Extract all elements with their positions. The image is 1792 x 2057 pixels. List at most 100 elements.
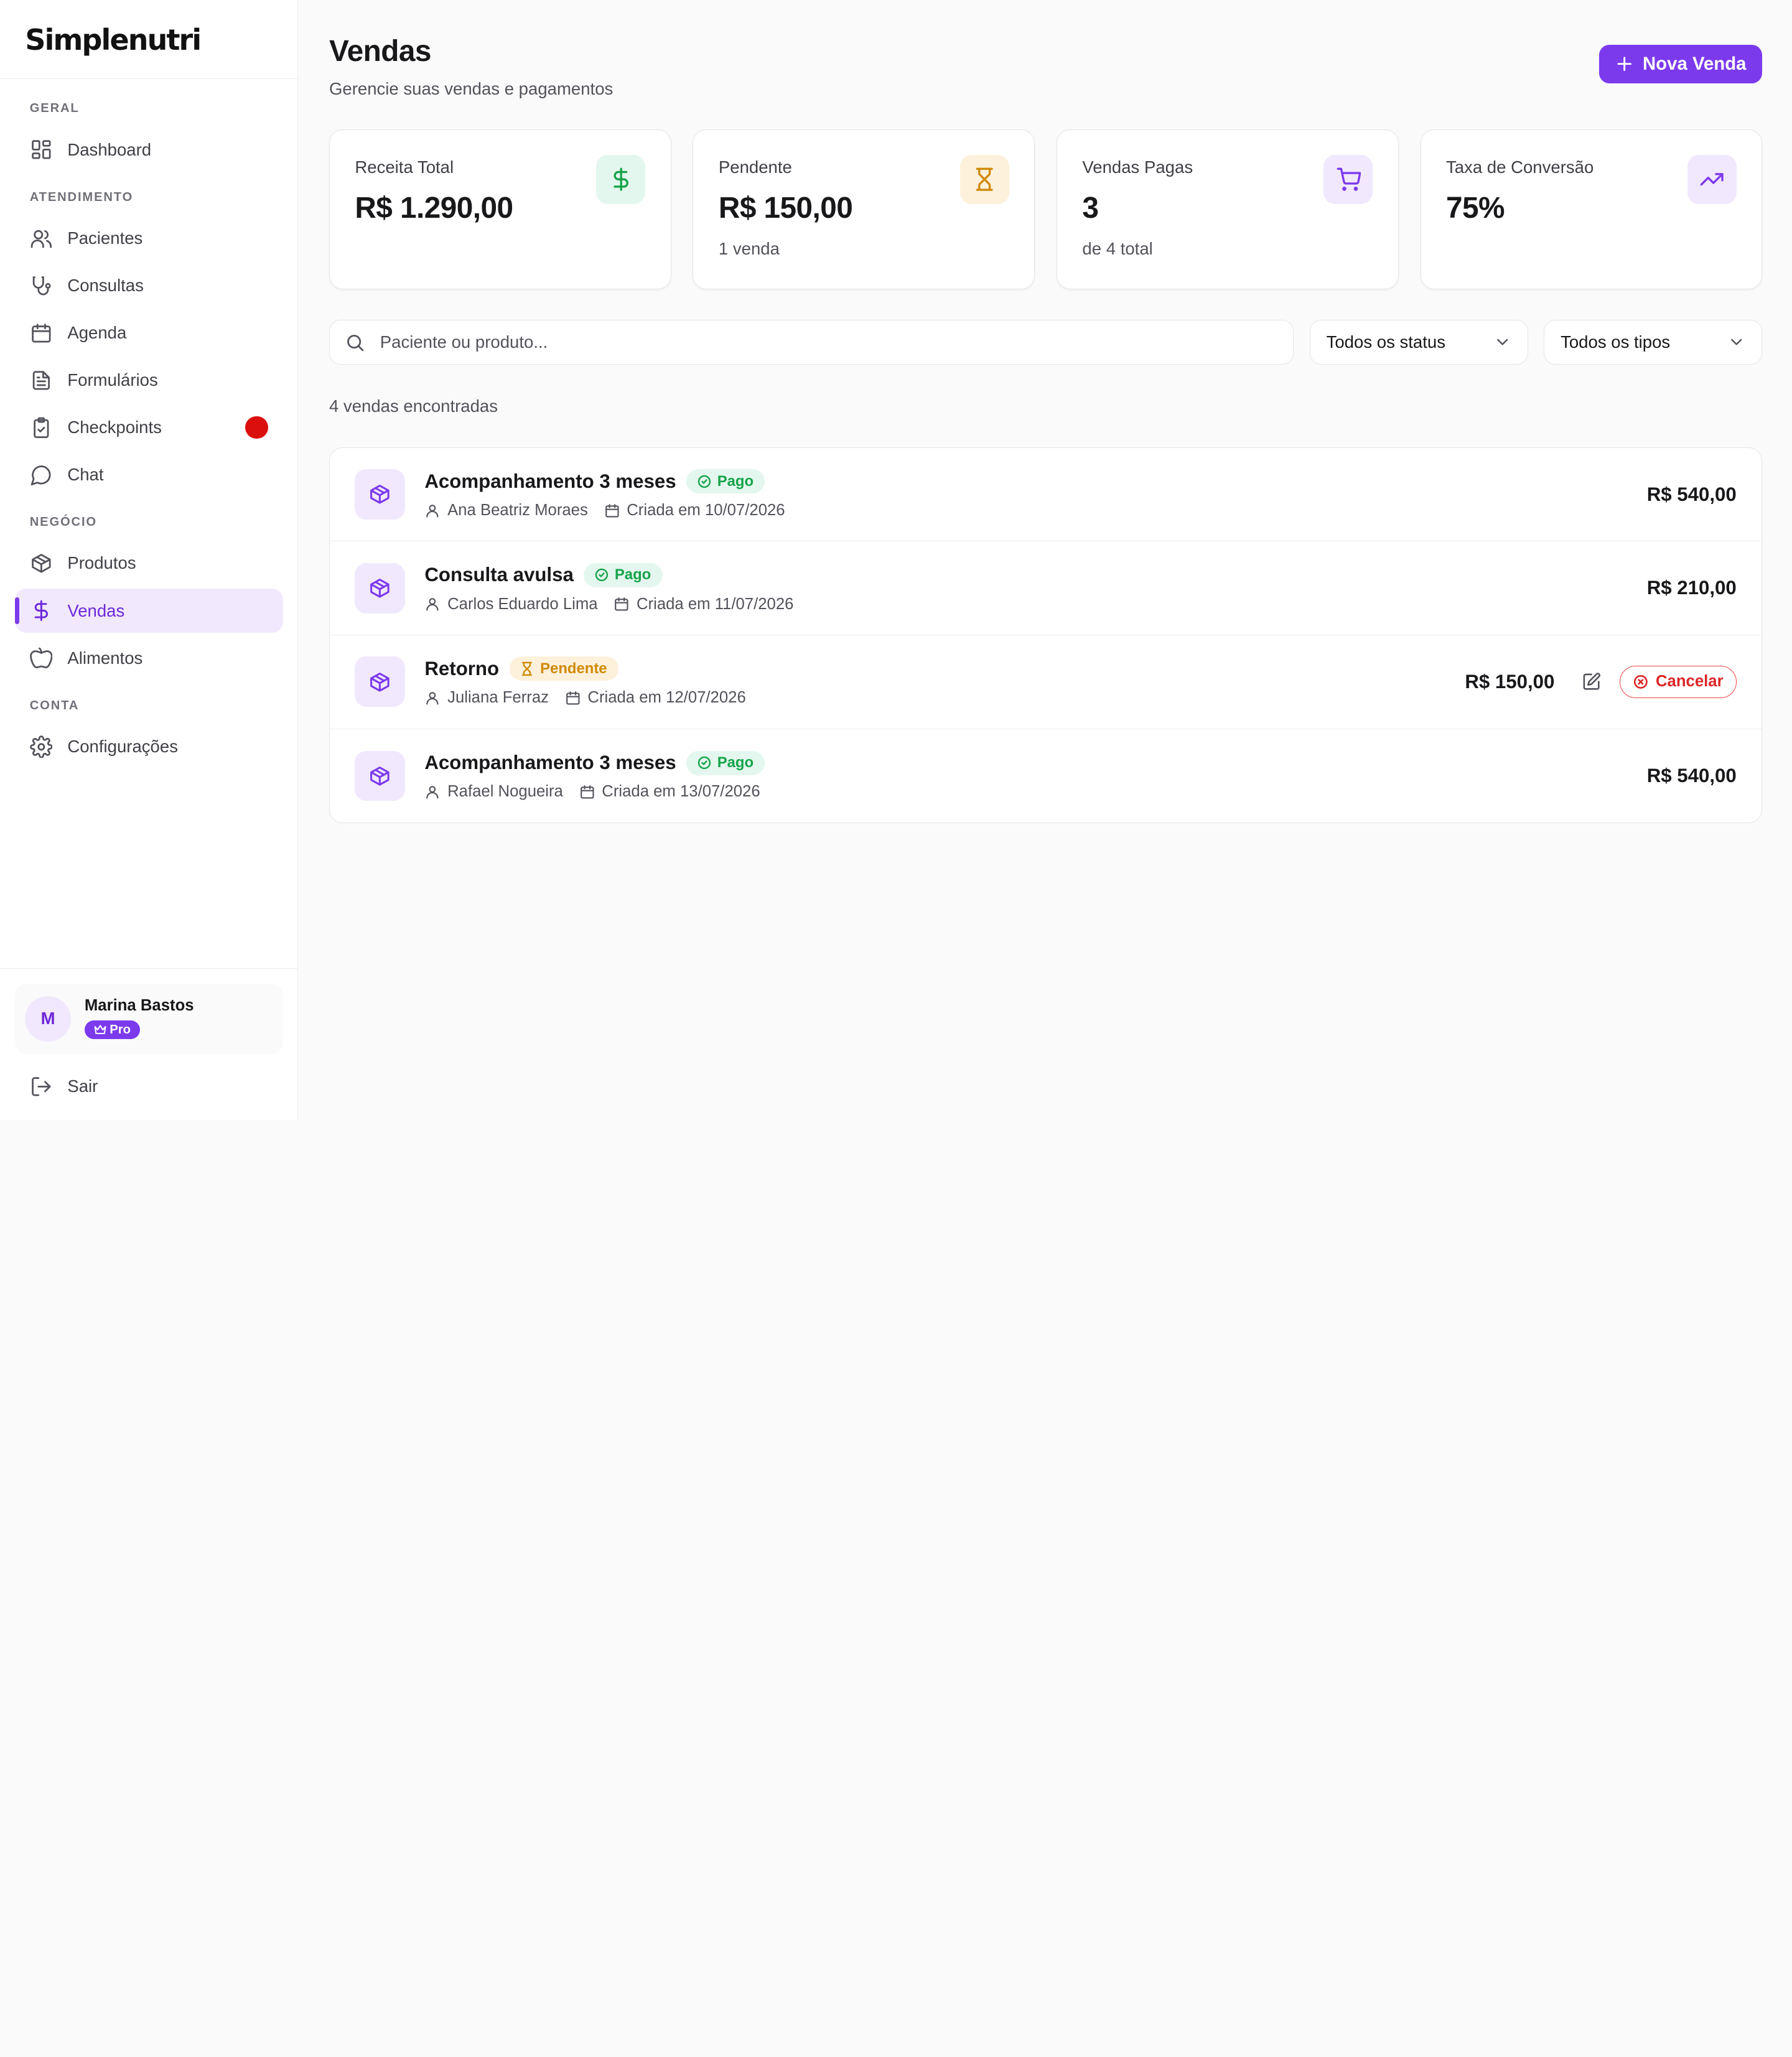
cancel-button[interactable]: Cancelar [1620, 666, 1737, 698]
edit-icon [1583, 673, 1600, 690]
sidebar-item-label: Alimentos [67, 648, 143, 668]
logo-area: Simplenutri [0, 0, 298, 79]
sidebar-item-agenda[interactable]: Agenda [15, 310, 283, 355]
new-sale-label: Nova Venda [1642, 53, 1747, 74]
stat-sub: 1 venda [718, 238, 780, 258]
sidebar-item-label: Agenda [67, 323, 127, 343]
stat-sub: de 4 total [1082, 238, 1153, 258]
dollar-icon [596, 154, 646, 204]
sales-list: Acompanhamento 3 meses Pago Ana Beatriz … [329, 447, 1763, 824]
sidebar-item-label: Pacientes [67, 228, 143, 248]
status-label: Pago [614, 566, 651, 584]
sale-row[interactable]: Acompanhamento 3 meses Pago Ana Beatriz … [329, 448, 1762, 542]
plan-label: Pro [110, 1022, 131, 1037]
hourglass-icon [521, 661, 533, 676]
chevron-down-icon [1731, 339, 1742, 345]
package-icon [355, 656, 406, 707]
sidebar-item-label: Consultas [67, 276, 144, 295]
sidebar-item-vendas[interactable]: Vendas [14, 588, 283, 633]
cart-icon [1323, 154, 1373, 204]
created-date: Criada em 12/07/2026 [587, 689, 746, 707]
sidebar-item-chat[interactable]: Chat [15, 452, 283, 497]
created-date: Criada em 13/07/2026 [602, 783, 760, 801]
plus-icon [1617, 57, 1631, 72]
type-select-value: Todos os tipos [1561, 332, 1671, 352]
calendar-icon [580, 785, 594, 799]
sale-title: Retorno [424, 657, 500, 679]
gear-icon [29, 734, 54, 759]
user-name: Marina Bastos [84, 996, 194, 1014]
sidebar-item-label: Chat [67, 465, 104, 485]
check-circle-icon [698, 756, 711, 770]
status-badge: Pago [686, 469, 765, 494]
stethoscope-icon [29, 273, 54, 298]
edit-button[interactable] [1577, 668, 1605, 696]
sidebar-item-alimentos[interactable]: Alimentos [15, 636, 283, 681]
section-negocio: NEGÓCIO [29, 515, 97, 529]
logout-button[interactable]: Sair [15, 1061, 283, 1111]
sale-row[interactable]: Acompanhamento 3 meses Pago Rafael Nogue… [330, 729, 1762, 823]
sale-row[interactable]: Retorno Pendente Juliana Ferraz Criada e… [329, 635, 1762, 729]
notification-badge: 4 [245, 416, 268, 439]
sidebar-item-configuracoes[interactable]: Configurações [15, 724, 283, 769]
apple-icon [29, 645, 54, 670]
stat-card-vendas-pagas: Vendas Pagas 3 de 4 total [1057, 129, 1399, 289]
calendar-icon [605, 503, 619, 518]
brand-logo[interactable]: Simplenutri [25, 23, 273, 57]
type-select[interactable]: Todos os tipos [1544, 320, 1763, 365]
page-header: Vendas Gerencie suas vendas e pagamentos… [329, 34, 1763, 129]
check-circle-icon [698, 475, 711, 488]
status-badge: Pago [584, 562, 663, 587]
chat-bubble-icon [29, 462, 54, 487]
sale-title: Acompanhamento 3 meses [424, 752, 676, 774]
chevron-down-icon [1496, 339, 1508, 345]
new-sale-button[interactable]: Nova Venda [1599, 44, 1763, 84]
main-content: Vendas Gerencie suas vendas e pagamentos… [298, 0, 1792, 1120]
sale-amount: R$ 210,00 [1646, 577, 1737, 599]
sale-amount: R$ 540,00 [1646, 764, 1737, 786]
page-subtitle: Gerencie suas vendas e pagamentos [329, 78, 614, 98]
search-box[interactable] [329, 320, 1294, 365]
patient-name: Rafael Nogueira [447, 783, 563, 801]
sidebar-item-produtos[interactable]: Produtos [15, 541, 283, 586]
status-select[interactable]: Todos os status [1309, 320, 1528, 365]
user-icon [426, 692, 439, 705]
status-select-value: Todos os status [1326, 332, 1445, 352]
sidebar-item-checkpoints[interactable]: Checkpoints 4 [15, 405, 283, 450]
trending-up-icon [1687, 154, 1737, 204]
logout-icon [29, 1074, 54, 1099]
crown-icon [94, 1025, 106, 1035]
stat-card-pendente: Pendente R$ 150,00 1 venda [693, 129, 1035, 289]
stats-row: Receita Total R$ 1.290,00 Pendente R$ 15… [329, 129, 1763, 289]
sidebar: Simplenutri GERAL Dashboard ATENDIMENTO … [0, 0, 299, 1120]
sidebar-item-consultas[interactable]: Consultas [15, 263, 283, 308]
patient-name: Ana Beatriz Moraes [447, 501, 588, 520]
status-label: Pendente [540, 660, 607, 677]
calendar-icon [29, 320, 54, 345]
dashboard-icon [29, 137, 54, 162]
sale-row[interactable]: Consulta avulsa Pago Carlos Eduardo Lima [329, 541, 1762, 636]
x-circle-icon [1634, 674, 1648, 689]
sidebar-item-label: Dashboard [67, 139, 152, 159]
status-label: Pago [717, 472, 754, 490]
search-input[interactable] [380, 332, 1279, 353]
sidebar-item-pacientes[interactable]: Pacientes [15, 216, 283, 261]
created-date: Criada em 11/07/2026 [636, 595, 794, 613]
file-text-icon [29, 368, 54, 393]
sidebar-item-dashboard[interactable]: Dashboard [15, 128, 283, 172]
status-badge: Pendente [509, 656, 618, 681]
user-card[interactable]: M Marina Bastos Pro [14, 983, 283, 1055]
sidebar-item-formularios[interactable]: Formulários [15, 358, 283, 403]
section-conta: CONTA [29, 698, 80, 712]
sale-title: Acompanhamento 3 meses [424, 470, 676, 492]
package-icon [355, 750, 406, 801]
avatar: M [25, 996, 71, 1042]
check-circle-icon [595, 569, 608, 582]
logout-label: Sair [67, 1076, 98, 1096]
plan-badge: Pro [84, 1020, 140, 1040]
sidebar-item-label: Produtos [67, 553, 136, 573]
sidebar-nav: GERAL Dashboard ATENDIMENTO Pacientes Co… [0, 79, 297, 769]
patient-name: Juliana Ferraz [447, 689, 549, 707]
patient-name: Carlos Eduardo Lima [447, 595, 598, 613]
search-icon [347, 334, 364, 351]
